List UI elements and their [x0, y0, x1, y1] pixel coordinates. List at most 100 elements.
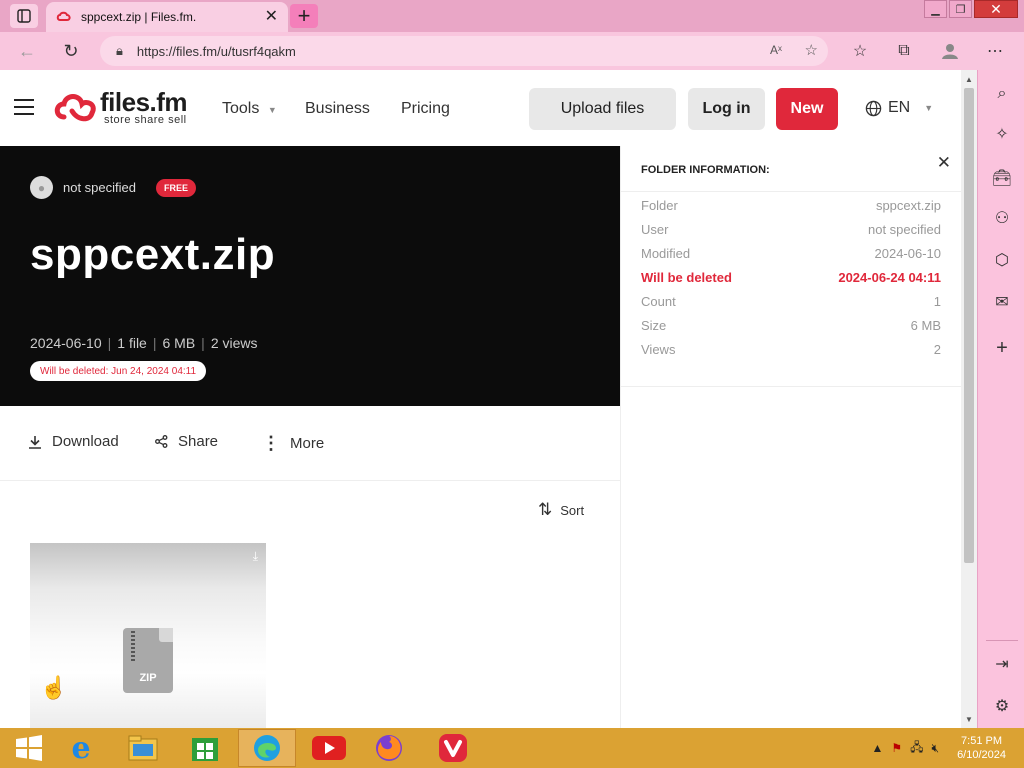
info-row-count: Count 1	[641, 294, 941, 309]
download-button[interactable]: Download	[28, 433, 119, 450]
sort-arrows-icon: ⇅	[538, 500, 553, 519]
start-button[interactable]	[0, 729, 58, 767]
tab-actions-icon	[17, 9, 31, 23]
scroll-down-arrow-icon[interactable]: ▼	[961, 712, 977, 726]
caret-down-icon: ▼	[924, 103, 934, 113]
more-button[interactable]: ⋮ More	[262, 433, 324, 454]
vivaldi-icon	[439, 734, 467, 762]
sidebar-settings-gear-icon[interactable]: ⚙	[990, 694, 1014, 718]
window-close-button[interactable]: ✕	[974, 0, 1018, 18]
sidebar-tools-icon[interactable]: 🧰︎	[990, 166, 1014, 190]
upload-files-button[interactable]: Upload files	[529, 88, 676, 130]
brand-name: files.fm	[100, 87, 188, 117]
caret-down-icon: ▼	[267, 105, 277, 115]
sidebar-people-icon[interactable]: ⚇	[990, 206, 1014, 230]
info-row-value: 2024-06-10	[874, 246, 942, 261]
kebab-icon: ⋮	[262, 433, 280, 453]
login-button[interactable]: Log in	[688, 88, 765, 130]
filesfm-favicon-icon	[56, 11, 71, 21]
panel-close-icon[interactable]: ✕	[937, 153, 951, 173]
system-tray: ▲ ⚑ 🖧︎ 🔇︎ 7:51 PM 6/10/2024	[871, 728, 1024, 768]
folder-hero: ● not specified FREE sppcext.zip 2024-06…	[0, 146, 620, 406]
sort-button[interactable]: ⇅ Sort	[538, 500, 584, 520]
windows-logo-icon	[16, 735, 42, 761]
clock-time: 7:51 PM	[961, 735, 1003, 747]
add-favorite-icon[interactable]: ☆	[805, 41, 818, 59]
filesfm-logo[interactable]: files.fm store share sell	[52, 87, 188, 126]
info-row-value: 2024-06-24 04:11	[838, 270, 941, 285]
sidebar-games-icon[interactable]: ⬡	[990, 248, 1014, 272]
tab-close-icon[interactable]: ✕	[265, 9, 278, 25]
info-row-modified: Modified 2024-06-10	[641, 246, 941, 261]
volume-muted-icon[interactable]: 🔇︎	[932, 741, 940, 756]
taskbar-youtube-button[interactable]	[300, 729, 358, 767]
cloud-logo-icon	[54, 94, 96, 122]
browser-tab-active[interactable]: sppcext.zip | Files.fm. ✕	[46, 2, 288, 32]
folder-info-panel: FOLDER INFORMATION: ✕ Folder sppcext.zip U…	[620, 146, 961, 728]
user-avatar-icon: ●	[30, 176, 53, 199]
download-icon	[29, 435, 41, 449]
taskbar-clock[interactable]: 7:51 PM 6/10/2024	[957, 734, 1006, 762]
info-row-folder: Folder sppcext.zip	[641, 198, 941, 213]
info-row-user: User not specified	[641, 222, 941, 237]
taskbar-store-button[interactable]	[176, 729, 234, 767]
taskbar-ie-button[interactable]: e	[52, 729, 110, 767]
hamburger-menu-icon[interactable]	[14, 99, 34, 115]
back-button[interactable]: ←	[12, 36, 42, 66]
tab-actions-button[interactable]	[10, 4, 38, 28]
refresh-icon: ↻	[63, 40, 79, 61]
meta-views: 2 views	[210, 335, 258, 351]
firefox-icon	[376, 735, 402, 761]
taskbar-edge-button[interactable]	[238, 729, 296, 767]
nav-business[interactable]: Business	[305, 100, 370, 118]
read-aloud-icon[interactable]: Aˣ	[770, 43, 782, 57]
scroll-up-arrow-icon[interactable]: ▲	[961, 72, 977, 86]
info-row-value: not specified	[868, 222, 941, 237]
minimize-button[interactable]: ▁	[924, 0, 947, 18]
sidebar-add-icon[interactable]: +	[990, 336, 1014, 360]
clock-date: 6/10/2024	[957, 749, 1006, 761]
settings-more-icon[interactable]: ⋯	[980, 36, 1010, 66]
tab-title: sppcext.zip | Files.fm.	[81, 10, 197, 24]
sidebar-outlook-icon[interactable]: ✉	[990, 290, 1014, 314]
sidebar-search-icon[interactable]: ⌕	[990, 82, 1014, 106]
refresh-button[interactable]: ↻	[56, 36, 86, 66]
folder-actions: Download Share ⋮ More	[0, 406, 620, 481]
collections-icon[interactable]: ⧉	[889, 36, 919, 66]
hand-cursor-icon: ☝	[40, 675, 68, 700]
favorites-icon[interactable]: ☆	[845, 36, 875, 66]
info-row-label: Folder	[641, 198, 678, 213]
restore-button[interactable]: ❐	[949, 0, 972, 18]
taskbar-firefox-button[interactable]	[360, 729, 418, 767]
info-row-label: User	[641, 222, 669, 237]
scrollbar-thumb[interactable]	[964, 88, 974, 563]
meta-size: 6 MB	[162, 335, 196, 351]
zip-file-icon: ZIP	[123, 628, 173, 693]
new-button[interactable]: New	[776, 88, 838, 130]
tray-expand-icon[interactable]: ▲	[871, 741, 883, 755]
sidebar-copilot-icon[interactable]: ✧	[990, 122, 1014, 146]
window-controls: ▁ ❐ ✕	[924, 0, 1018, 18]
screen: sppcext.zip | Files.fm. ✕ + ▁ ❐ ✕ ← ↻ 🔒︎…	[0, 0, 1024, 768]
nav-pricing[interactable]: Pricing	[401, 100, 450, 118]
file-explorer-icon	[128, 735, 158, 761]
sidebar-hide-icon[interactable]: ⇥	[990, 652, 1014, 676]
share-button[interactable]: Share	[155, 433, 218, 450]
language-selector[interactable]: EN ▼	[865, 99, 933, 117]
address-bar[interactable]: 🔒︎ https://files.fm/u/tusrf4qakm Aˣ ☆	[100, 36, 828, 66]
taskbar-vivaldi-button[interactable]	[424, 729, 482, 767]
taskbar-explorer-button[interactable]	[114, 729, 172, 767]
panel-title: FOLDER INFORMATION:	[641, 164, 770, 176]
site-header: files.fm store share sell Tools ▼ Busine…	[0, 70, 961, 146]
network-icon[interactable]: 🖧︎	[910, 738, 923, 759]
nav-tools[interactable]: Tools ▼	[222, 100, 277, 118]
card-download-icon[interactable]: ⤓	[253, 549, 258, 564]
folder-meta: 2024-06-10 | 1 file | 6 MB | 2 views	[30, 335, 258, 351]
brand-tagline: store share sell	[104, 114, 187, 126]
action-center-flag-icon[interactable]: ⚑	[891, 741, 902, 755]
windows-taskbar: e ▲ ⚑ 🖧︎ 🔇︎ 7:51 PM 6/10/2024	[0, 728, 1024, 768]
page-scrollbar[interactable]: ▲ ▼	[961, 70, 977, 728]
new-tab-button[interactable]: +	[290, 4, 318, 28]
language-code: EN	[888, 99, 911, 116]
profile-icon[interactable]	[935, 36, 965, 66]
